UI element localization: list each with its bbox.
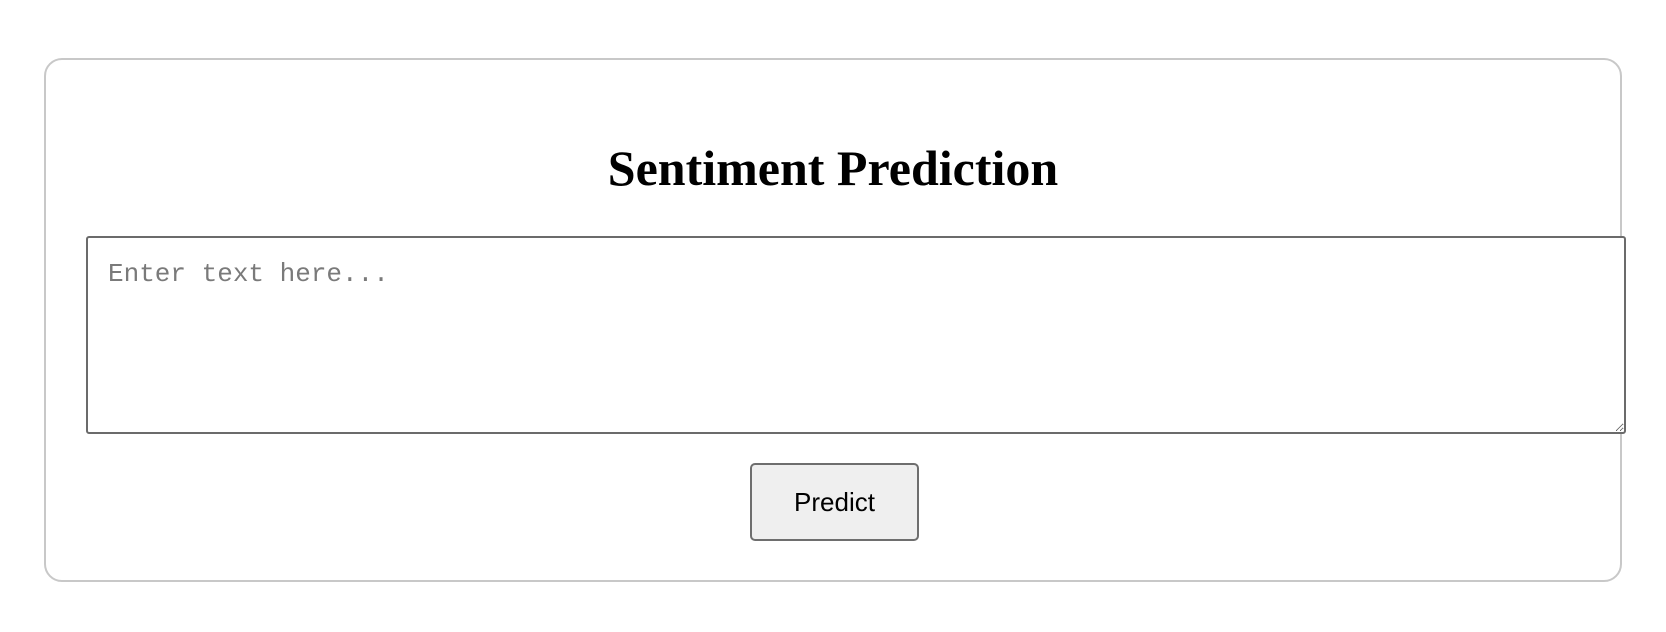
text-input[interactable] (86, 236, 1626, 434)
page-title: Sentiment Prediction (607, 140, 1059, 196)
predict-button[interactable]: Predict (750, 463, 919, 541)
